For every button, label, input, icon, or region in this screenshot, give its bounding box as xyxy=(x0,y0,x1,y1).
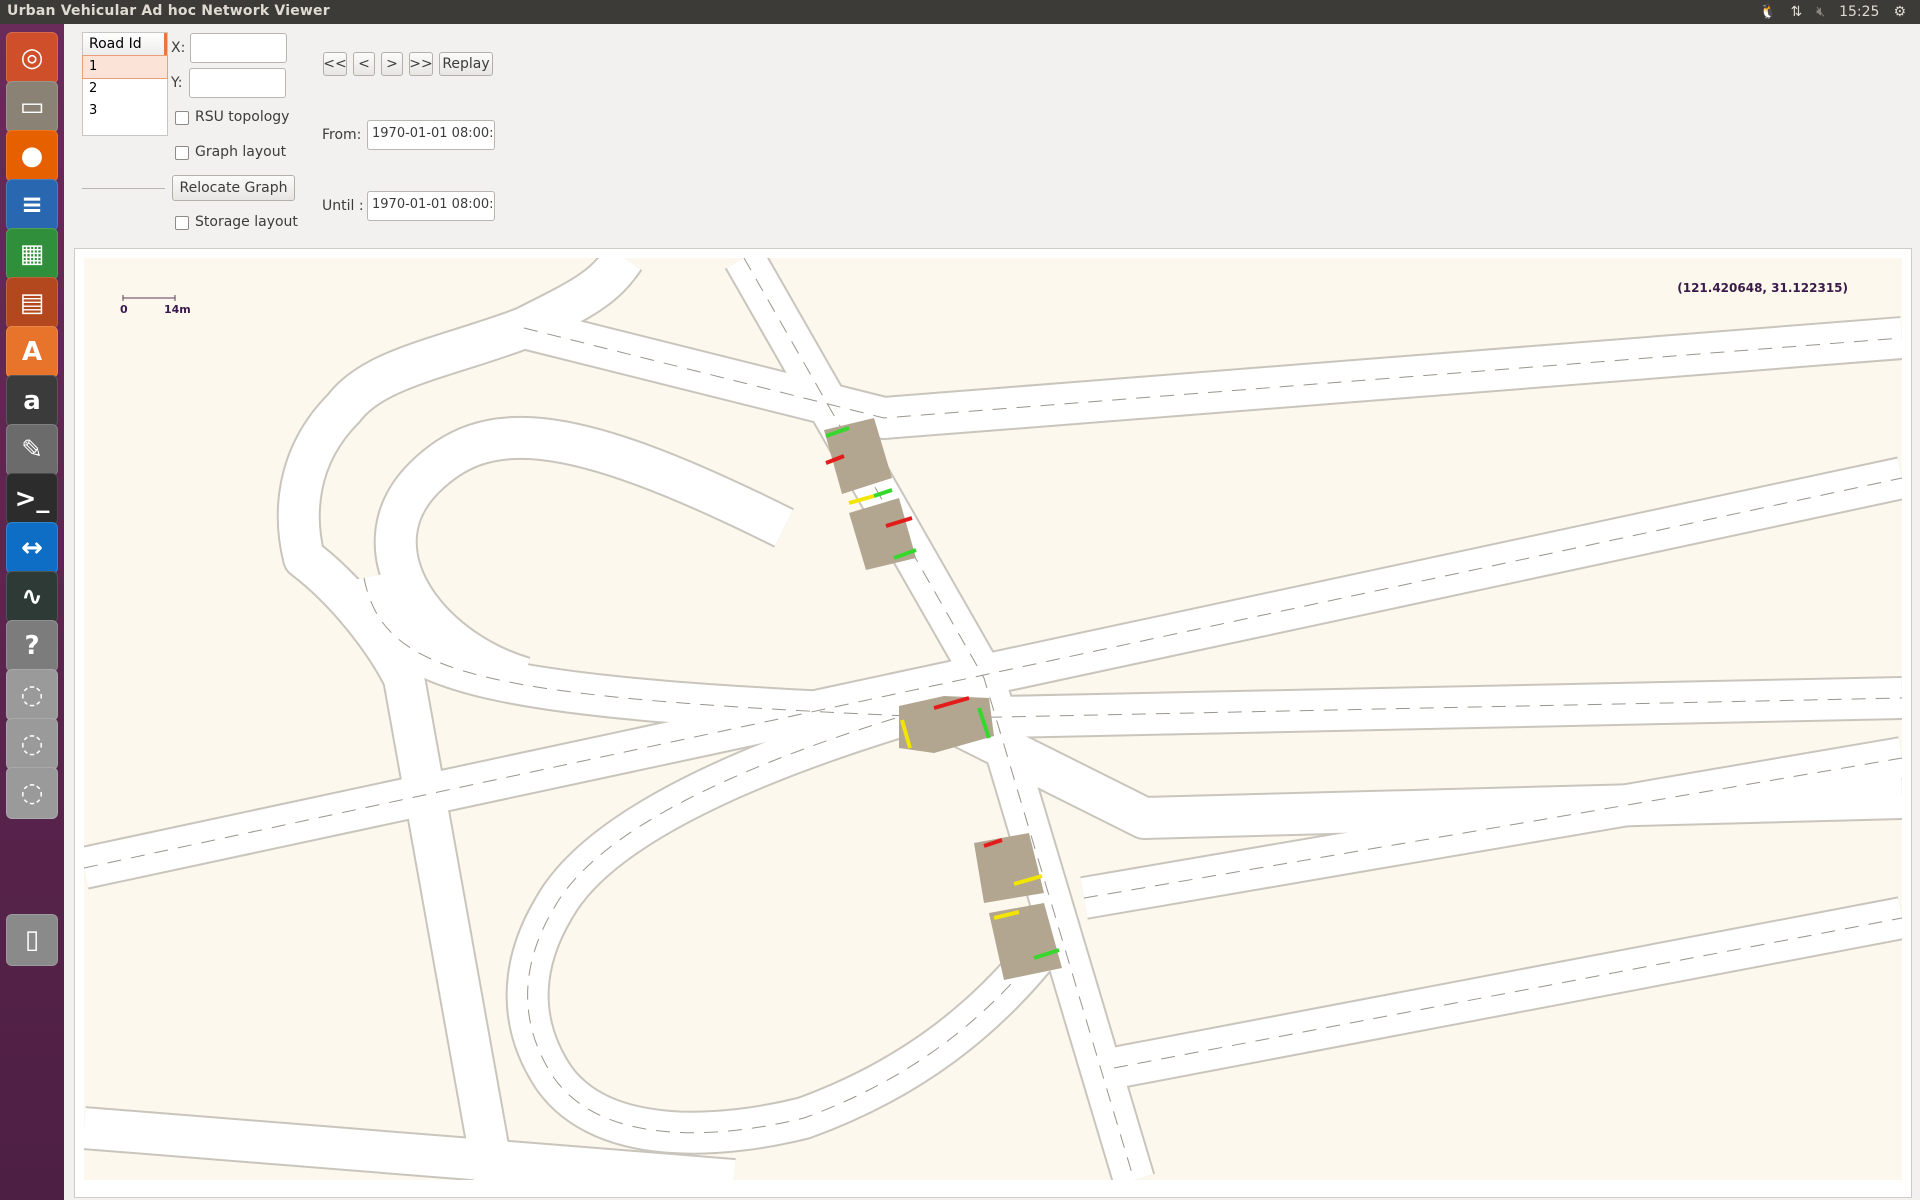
drive-icon[interactable]: ◌ xyxy=(6,767,58,819)
graph-layout-label[interactable]: Graph layout xyxy=(195,144,286,160)
road-id-item[interactable]: 2 xyxy=(83,78,167,100)
system-settings-icon[interactable]: ✎ xyxy=(6,424,58,476)
from-input[interactable]: 1970-01-01 08:00:0 xyxy=(367,120,495,150)
top-panel: Urban Vehicular Ad hoc Network Viewer 🐧 … xyxy=(0,0,1920,24)
scale-start-label: 0 xyxy=(120,303,128,316)
prev-button[interactable]: < xyxy=(353,52,375,76)
first-button[interactable]: << xyxy=(323,52,347,76)
storage-layout-checkbox[interactable] xyxy=(175,216,189,230)
amazon-icon[interactable]: a xyxy=(6,375,58,427)
storage-layout-label[interactable]: Storage layout xyxy=(195,214,298,230)
x-input[interactable] xyxy=(190,33,287,63)
rsu-topology-checkbox[interactable] xyxy=(175,111,189,125)
relocate-graph-button[interactable]: Relocate Graph xyxy=(172,175,295,201)
clock[interactable]: 15:25 xyxy=(1839,4,1879,20)
firefox-icon[interactable]: ● xyxy=(6,130,58,182)
road-id-item[interactable]: 1 xyxy=(82,55,168,79)
trash-icon-glyph: ▯ xyxy=(24,925,40,955)
until-input[interactable]: 1970-01-01 08:00:0 xyxy=(367,191,495,221)
software-center-icon[interactable]: A xyxy=(6,326,58,378)
graph-layout-checkbox[interactable] xyxy=(175,146,189,160)
system-monitor-icon-glyph: ∿ xyxy=(21,582,43,612)
impress-icon[interactable]: ▤ xyxy=(6,277,58,329)
files-icon[interactable]: ▭ xyxy=(6,81,58,133)
until-label: Until : xyxy=(322,198,364,214)
impress-icon-glyph: ▤ xyxy=(19,288,45,318)
system-tray: 🐧 ⇅ 🔇︎ 15:25 ⚙ xyxy=(1759,0,1920,24)
files-icon-glyph: ▭ xyxy=(19,92,45,122)
drive-icon[interactable]: ◌ xyxy=(6,669,58,721)
system-settings-icon-glyph: ✎ xyxy=(21,435,43,465)
writer-icon[interactable]: ≡ xyxy=(6,179,58,231)
rsu-topology-label[interactable]: RSU topology xyxy=(195,109,289,125)
window-title: Urban Vehicular Ad hoc Network Viewer xyxy=(7,3,330,19)
calc-icon[interactable]: ▦ xyxy=(6,228,58,280)
system-monitor-icon[interactable]: ∿ xyxy=(6,571,58,623)
firefox-icon-glyph: ● xyxy=(20,141,44,171)
drive-icon-glyph: ◌ xyxy=(20,729,44,759)
terminal-icon[interactable]: >_ xyxy=(6,473,58,525)
road-id-item[interactable]: 3 xyxy=(83,100,167,122)
help-icon[interactable]: ? xyxy=(6,620,58,672)
y-label: Y: xyxy=(171,75,183,91)
road-network-map[interactable]: 0 14m (121.420648, 31.122315) xyxy=(84,258,1902,1180)
teamviewer-icon[interactable]: ↔ xyxy=(6,522,58,574)
writer-icon-glyph: ≡ xyxy=(21,190,43,220)
teamviewer-icon-glyph: ↔ xyxy=(21,533,43,563)
software-center-icon-glyph: A xyxy=(21,337,43,367)
from-label: From: xyxy=(322,127,362,143)
coordinate-readout: (121.420648, 31.122315) xyxy=(1677,281,1848,295)
x-label: X: xyxy=(171,40,186,56)
y-input[interactable] xyxy=(189,68,286,98)
amazon-icon-glyph: a xyxy=(23,386,41,416)
network-icon[interactable]: ⇅ xyxy=(1791,4,1803,20)
ubuntu-dash-icon[interactable]: ◎ xyxy=(6,32,58,84)
tux-icon[interactable]: 🐧 xyxy=(1759,4,1776,20)
scale-bar xyxy=(122,295,176,301)
drive-icon[interactable]: ◌ xyxy=(6,718,58,770)
terminal-icon-glyph: >_ xyxy=(14,484,50,514)
trash-icon[interactable]: ▯ xyxy=(6,914,58,966)
calc-icon-glyph: ▦ xyxy=(19,239,45,269)
help-icon-glyph: ? xyxy=(24,631,40,661)
road-id-list[interactable]: Road Id 1 2 3 xyxy=(82,32,168,136)
launcher: ◎ ▭ ● ≡ ▦ ▤ Aa ✎ >_ ↔ ∿? ◌ ◌ ◌ ▯ xyxy=(0,24,64,1200)
volume-mute-icon[interactable]: 🔇︎ xyxy=(1816,4,1825,20)
scale-end-label: 14m xyxy=(164,303,191,316)
last-button[interactable]: >> xyxy=(409,52,433,76)
drive-icon-glyph: ◌ xyxy=(20,778,44,808)
road-network-canvas[interactable] xyxy=(84,258,1902,1180)
road-id-header[interactable]: Road Id xyxy=(83,33,167,56)
next-button[interactable]: > xyxy=(381,52,403,76)
replay-button[interactable]: Replay xyxy=(439,52,493,76)
drive-icon-glyph: ◌ xyxy=(20,680,44,710)
divider xyxy=(82,188,165,189)
gear-icon[interactable]: ⚙ xyxy=(1893,4,1906,20)
ubuntu-dash-icon-glyph: ◎ xyxy=(20,43,44,73)
